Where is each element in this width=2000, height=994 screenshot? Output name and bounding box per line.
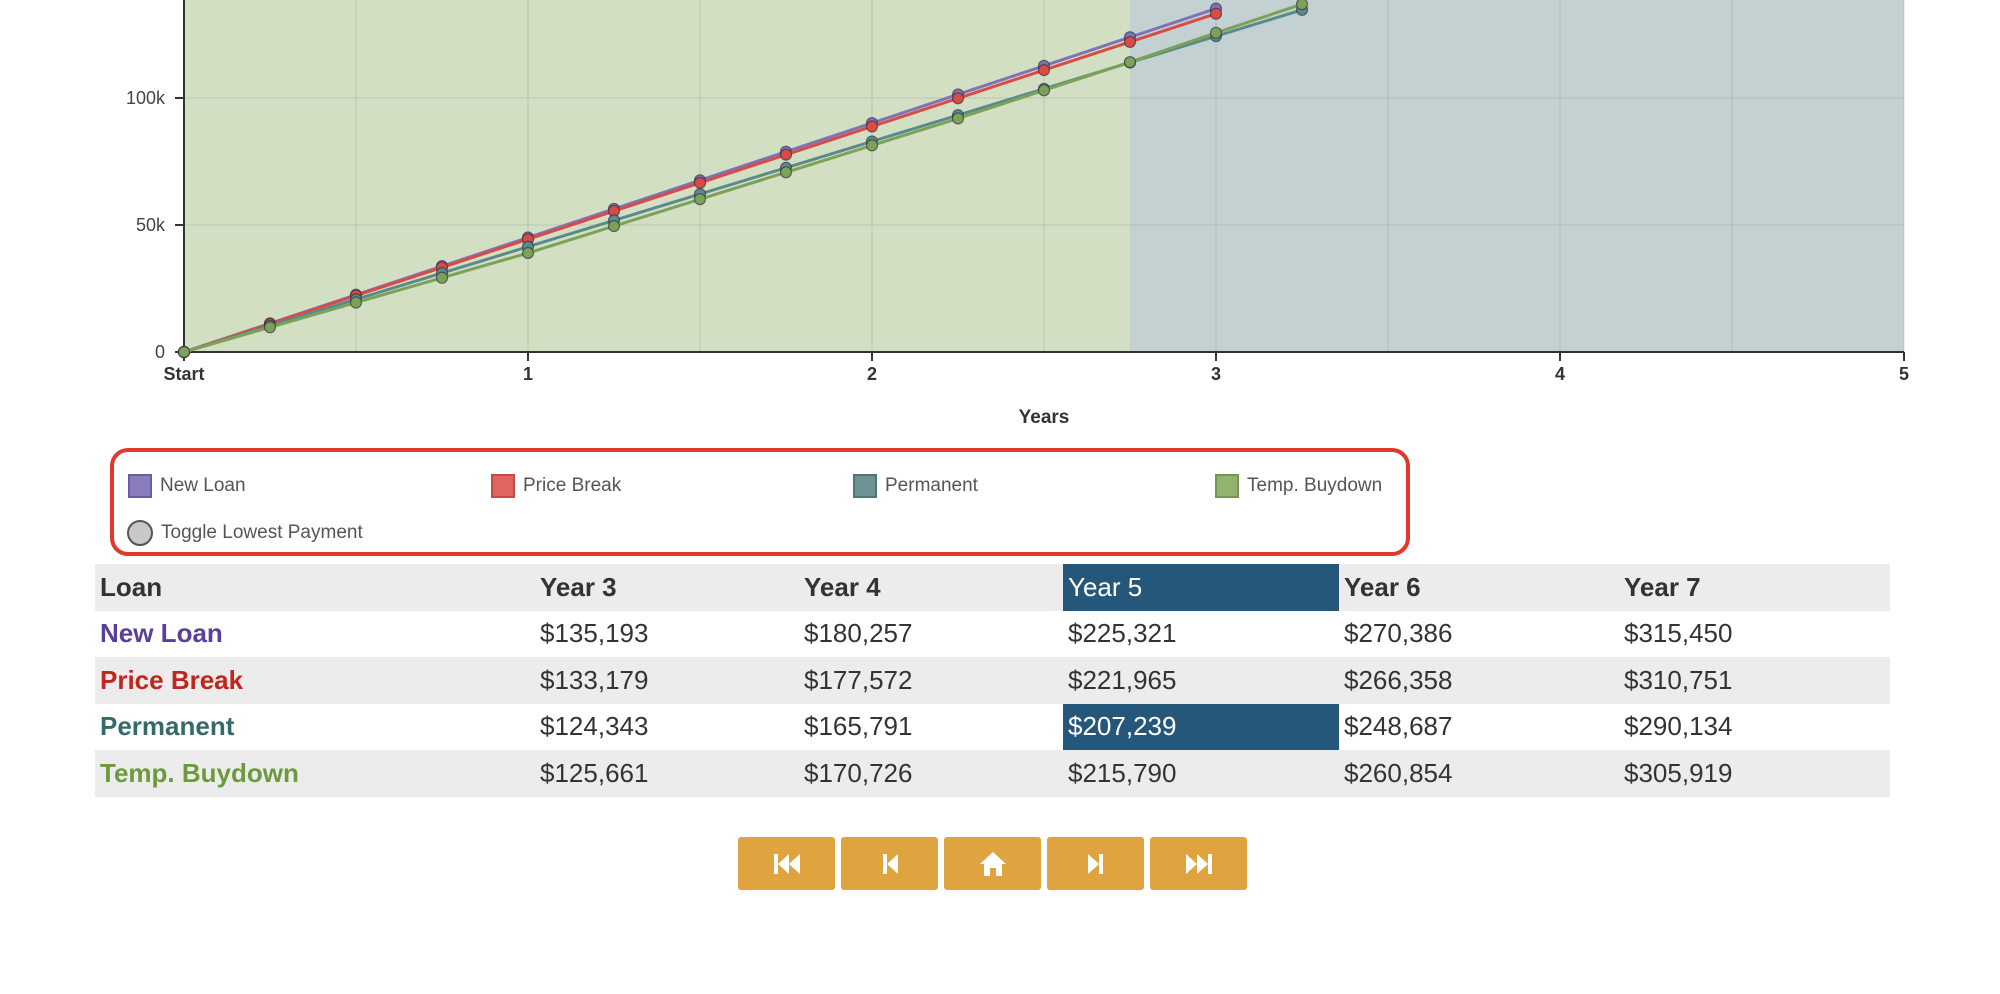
data-point <box>521 246 535 260</box>
toggle-circle-icon <box>127 520 153 546</box>
x-tick-label: 5 <box>1899 364 1909 384</box>
table-header-row: Loan Year 3 Year 4 Year 5 Year 6 Year 7 <box>95 564 1890 611</box>
last-page-button[interactable] <box>1150 837 1247 890</box>
skip-first-icon <box>773 853 800 874</box>
column-header[interactable]: Year 6 <box>1339 564 1619 611</box>
x-tick-label: 3 <box>1211 364 1221 384</box>
data-point <box>1037 84 1051 97</box>
shaded-region <box>184 0 1130 352</box>
table-cell: $180,257 <box>804 618 913 649</box>
data-point <box>1209 7 1223 20</box>
y-tick-label: 100k <box>126 88 166 108</box>
legend-label: Temp. Buydown <box>1247 475 1383 496</box>
shaded-region <box>1130 0 1904 352</box>
legend-item-temp-buydown[interactable]: Temp. Buydown <box>1215 472 1382 500</box>
first-page-button[interactable] <box>738 837 835 890</box>
data-point <box>1037 64 1051 77</box>
legend-label: Permanent <box>885 475 978 496</box>
column-header[interactable]: Year 3 <box>535 564 799 611</box>
x-tick-label: 2 <box>867 364 877 384</box>
table-cell: $221,965 <box>1068 664 1177 695</box>
legend-label: New Loan <box>160 475 246 496</box>
legend-swatch-permanent <box>853 474 877 498</box>
home-icon <box>979 851 1006 876</box>
row-loan-name: Price Break <box>100 664 244 695</box>
pagination <box>738 837 1247 890</box>
legend-swatch-temp-buydown <box>1215 474 1239 498</box>
data-point <box>263 321 277 334</box>
legend-swatch-price-break <box>491 474 515 498</box>
table-cell: $125,661 <box>540 757 649 788</box>
table-cell: $135,193 <box>540 618 649 649</box>
legend-item-new-loan[interactable]: New Loan <box>128 472 246 500</box>
home-button[interactable] <box>944 837 1041 890</box>
row-loan-name: New Loan <box>100 618 223 649</box>
data-point <box>865 139 879 152</box>
table-cell: $290,134 <box>1624 711 1733 742</box>
column-header[interactable]: Year 7 <box>1619 564 1890 611</box>
y-tick-label: 0 <box>155 342 165 362</box>
table-cell: $215,790 <box>1068 757 1177 788</box>
legend-item-permanent[interactable]: Permanent <box>853 472 978 500</box>
data-point <box>349 296 363 309</box>
table-cell: $270,386 <box>1344 618 1453 649</box>
chart-svg: 0 50k 100k Start 1 2 3 4 5 Years <box>126 0 1909 428</box>
table-cell: $165,791 <box>804 711 913 742</box>
data-point <box>1295 0 1309 11</box>
skip-last-icon <box>1185 853 1212 874</box>
legend-swatch-new-loan <box>128 474 152 498</box>
previous-page-button[interactable] <box>841 837 938 890</box>
table-row: Price Break $133,179 $177,572 $221,965 $… <box>95 657 1890 704</box>
table-row: Permanent $124,343 $165,791 $207,239 $24… <box>95 703 1890 750</box>
step-forward-icon <box>1087 853 1103 874</box>
column-header[interactable]: Year 4 <box>799 564 1063 611</box>
data-point <box>779 148 793 161</box>
table-cell: $225,321 <box>1068 618 1177 649</box>
y-tick-label: 50k <box>136 215 166 235</box>
table-row: Temp. Buydown $125,661 $170,726 $215,790… <box>95 750 1890 797</box>
table-cell: $310,751 <box>1624 664 1733 695</box>
table-cell: $305,919 <box>1624 757 1733 788</box>
data-point <box>693 193 707 206</box>
column-header-selected[interactable]: Year 5 <box>1063 564 1339 611</box>
table-cell: $315,450 <box>1624 618 1733 649</box>
table-cell-lowest: $207,239 <box>1063 703 1339 750</box>
table-cell: $177,572 <box>804 664 913 695</box>
x-tick-label: Start <box>163 364 204 384</box>
data-point <box>779 166 793 179</box>
next-page-button[interactable] <box>1047 837 1144 890</box>
legend-toggle-lowest-payment[interactable]: Toggle Lowest Payment <box>127 519 363 547</box>
data-point <box>435 271 449 284</box>
data-point <box>177 345 191 359</box>
table-cell: $260,854 <box>1344 757 1453 788</box>
row-loan-name: Permanent <box>100 711 235 742</box>
table-cell: $266,358 <box>1344 664 1453 695</box>
legend-toggle-label: Toggle Lowest Payment <box>161 522 363 543</box>
table-row: New Loan $135,193 $180,257 $225,321 $270… <box>95 611 1890 658</box>
legend: New Loan Price Break Permanent Temp. Buy… <box>110 448 1410 556</box>
table-cell: $124,343 <box>540 711 649 742</box>
step-back-icon <box>882 853 898 874</box>
row-loan-name: Temp. Buydown <box>100 757 299 788</box>
data-point <box>1123 35 1137 49</box>
legend-label: Price Break <box>523 475 622 496</box>
data-point <box>693 176 707 189</box>
data-point <box>1123 56 1137 69</box>
data-point <box>951 112 965 125</box>
x-tick-label: 1 <box>523 364 533 384</box>
x-tick-label: 4 <box>1555 364 1565 384</box>
table-cell: $248,687 <box>1344 711 1453 742</box>
x-axis-title: Years <box>1019 407 1070 428</box>
data-point <box>865 120 879 133</box>
table-cell: $170,726 <box>804 757 913 788</box>
legend-item-price-break[interactable]: Price Break <box>491 472 621 500</box>
data-point <box>951 92 965 105</box>
data-point <box>607 220 621 233</box>
data-point <box>1209 26 1223 39</box>
chart: 0 50k 100k Start 1 2 3 4 5 Years <box>0 0 2000 440</box>
table-cell: $133,179 <box>540 664 649 695</box>
payment-table: Loan Year 3 Year 4 Year 5 Year 6 Year 7 … <box>95 564 1890 797</box>
column-header: Loan <box>100 571 163 602</box>
